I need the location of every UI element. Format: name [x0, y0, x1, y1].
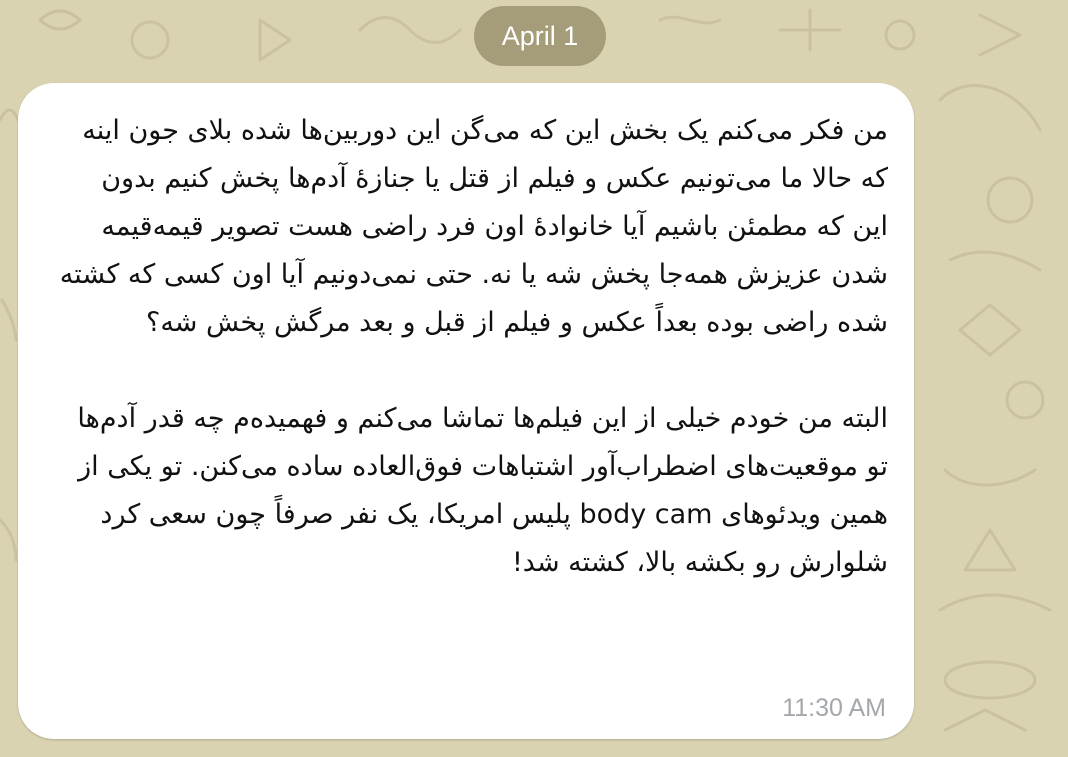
message-timestamp: 11:30 AM: [782, 694, 886, 722]
message-bubble[interactable]: من فکر می‌کنم یک بخش این که می‌گن این دو…: [18, 83, 914, 739]
date-separator: April 1: [474, 6, 606, 66]
message-text: من فکر می‌کنم یک بخش این که می‌گن این دو…: [59, 115, 888, 578]
